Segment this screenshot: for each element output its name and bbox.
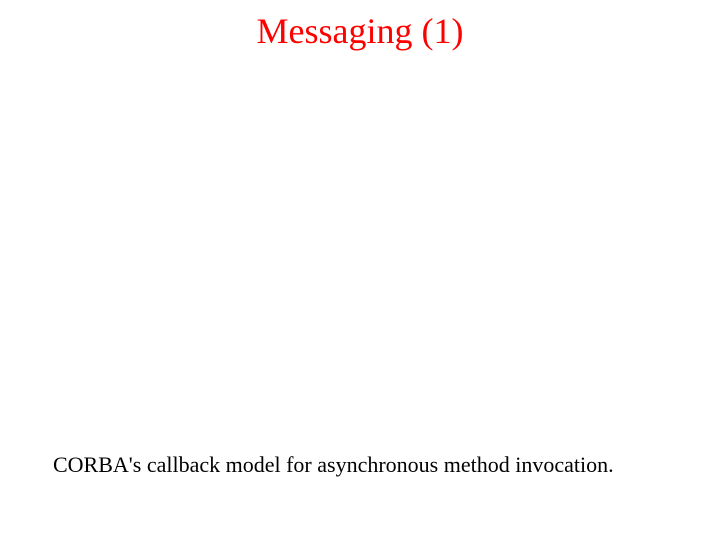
slide-title: Messaging (1) — [0, 10, 720, 52]
slide: Messaging (1) CORBA's callback model for… — [0, 0, 720, 540]
slide-caption: CORBA's callback model for asynchronous … — [53, 452, 673, 478]
